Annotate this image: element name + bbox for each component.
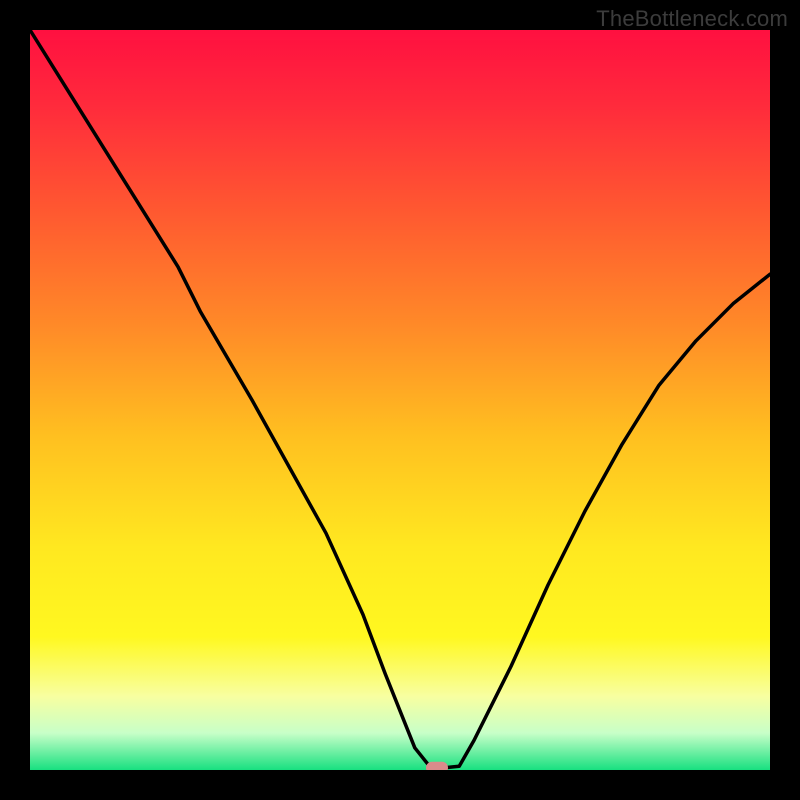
watermark-text: TheBottleneck.com [596,6,788,32]
gradient-background [30,30,770,770]
bottleneck-chart [30,30,770,770]
optimal-marker [426,762,448,770]
chart-frame: TheBottleneck.com [0,0,800,800]
plot-area [30,30,770,770]
